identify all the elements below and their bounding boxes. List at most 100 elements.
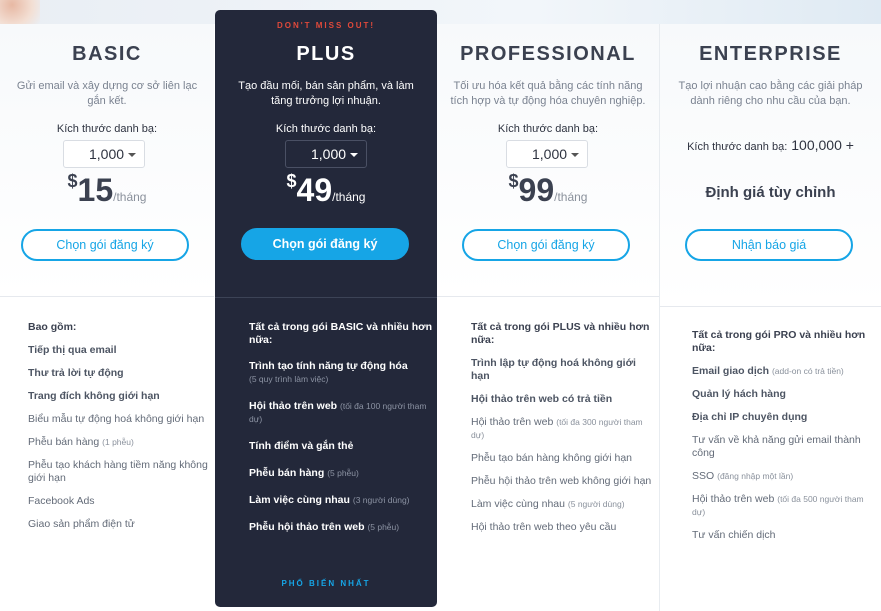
- feature-item: Tư vấn chiến dịch: [692, 529, 878, 542]
- plan-card-plus: DON'T MISS OUT! PLUS Tạo đầu mối, bán sả…: [215, 10, 437, 607]
- feature-list: Tất cả trong gói BASIC và nhiều hơn nữa:…: [249, 321, 435, 548]
- feature-item: Tư vấn về khả năng gửi email thành công: [692, 434, 878, 460]
- feature-note: (5 quy trình làm việc): [249, 374, 329, 384]
- feature-text: Phễu bán hàng: [28, 436, 100, 448]
- feature-text: Thư trả lời tự động: [28, 367, 124, 379]
- get-quote-button[interactable]: Nhận báo giá: [685, 229, 853, 261]
- contact-size-value: 100,000 +: [791, 137, 854, 153]
- feature-list: Tất cả trong gói PRO và nhiều hơn nữa: E…: [692, 329, 878, 552]
- feature-item: Phễu bán hàng (5 phễu): [249, 467, 435, 480]
- plan-card-enterprise: ENTERPRISE Tạo lợi nhuận cao bằng các gi…: [659, 24, 881, 611]
- plan-price: $49/tháng: [215, 171, 437, 209]
- feature-text: Tiếp thị qua email: [28, 344, 117, 356]
- feature-note: (3 người dùng): [352, 495, 410, 505]
- currency-symbol: $: [286, 171, 297, 191]
- feature-text: Làm việc cùng nhau: [249, 494, 350, 506]
- feature-text: Hội thảo trên web: [249, 400, 338, 412]
- feature-note: (5 người dùng): [567, 499, 625, 509]
- contact-size-label: Kích thước danh bạ:: [275, 123, 377, 135]
- features-heading: Tất cả trong gói PRO và nhiều hơn nữa:: [692, 329, 866, 354]
- feature-list: Tất cả trong gói PLUS và nhiều hơn nữa: …: [471, 321, 657, 544]
- features-heading: Tất cả trong gói BASIC và nhiều hơn nữa:: [249, 321, 433, 346]
- feature-item: Trình tạo tính năng tự động hóa (5 quy tr…: [249, 360, 435, 386]
- feature-text: Trình tạo tính năng tự động hóa: [249, 360, 408, 372]
- contact-size-value: 1,000: [532, 146, 568, 162]
- feature-text: Phễu tạo khách hàng tiềm năng không giới…: [28, 459, 208, 484]
- features-heading: Tất cả trong gói PLUS và nhiều hơn nữa:: [471, 321, 650, 346]
- contact-size-value: 1,000: [311, 146, 347, 162]
- feature-text: Trình lập tự động hoá không giới hạn: [471, 357, 636, 382]
- feature-item: Email giao dịch (add-on có trả tiền): [692, 365, 878, 378]
- feature-text: Giao sản phẩm điện tử: [28, 518, 135, 530]
- feature-item: Giao sản phẩm điện tử: [28, 518, 214, 531]
- feature-item: Hội thảo trên web (tối đa 300 người tham…: [471, 416, 657, 442]
- feature-item: Hội thảo trên web (tối đa 500 người tham…: [692, 493, 878, 519]
- plan-name: BASIC: [72, 43, 142, 65]
- feature-item: Làm việc cùng nhau (5 người dùng): [471, 498, 657, 511]
- price-period: /tháng: [113, 190, 147, 204]
- feature-item: Quản lý hách hàng: [692, 388, 878, 401]
- feature-text: Phễu hội thảo trên web: [249, 521, 365, 533]
- feature-text: Facebook Ads: [28, 495, 95, 507]
- feature-note: (add-on có trả tiền): [771, 366, 844, 376]
- subscribe-button[interactable]: Chọn gói đăng ký: [462, 229, 630, 261]
- feature-text: Hội thảo trên web theo yêu cầu: [471, 521, 617, 533]
- feature-item: Hội thảo trên web (tối đa 100 người tham…: [249, 400, 435, 426]
- subscribe-button[interactable]: Chọn gói đăng ký: [241, 228, 409, 260]
- feature-item: Hội thảo trên web có trả tiền: [471, 393, 657, 406]
- feature-note: (1 phễu): [102, 437, 134, 447]
- feature-note: (5 phễu): [327, 468, 359, 478]
- feature-item: Làm việc cùng nhau (3 người dùng): [249, 494, 435, 507]
- feature-text: Phễu tạo bán hàng không giới hạn: [471, 452, 633, 464]
- feature-text: Phễu hội thảo trên web không giới hạn: [471, 475, 652, 487]
- feature-item: SSO (đăng nhập một lần): [692, 470, 878, 483]
- contact-size-select[interactable]: 1,000: [63, 140, 145, 168]
- feature-item: Thư trả lời tự động: [28, 367, 214, 380]
- chevron-down-icon: [128, 153, 136, 157]
- feature-text: Hội thảo trên web có trả tiền: [471, 393, 613, 405]
- contact-size-label: Kích thước danh bạ:: [56, 123, 158, 135]
- most-popular-label: PHỔ BIẾN NHẤT: [281, 579, 371, 588]
- feature-item: Facebook Ads: [28, 495, 214, 508]
- feature-text: Làm việc cùng nhau: [471, 498, 565, 510]
- feature-item: Địa chỉ IP chuyên dụng: [692, 411, 878, 424]
- plan-description: Gửi email và xây dựng cơ sở liên lạc gắn…: [16, 80, 198, 107]
- feature-text: Tư vấn chiến dịch: [692, 529, 776, 541]
- plan-name: PROFESSIONAL: [460, 43, 636, 65]
- feature-item: Hội thảo trên web theo yêu cầu: [471, 521, 657, 534]
- contact-size-select[interactable]: 1,000: [285, 140, 367, 168]
- feature-item: Trang đích không giới hạn: [28, 390, 214, 403]
- feature-note: (đăng nhập một lần): [717, 471, 794, 481]
- contact-size-value: 1,000: [89, 146, 125, 162]
- price-amount: 99: [518, 172, 555, 208]
- feature-text: Tính điểm và gắn thẻ: [249, 440, 354, 452]
- plan-header: [660, 24, 881, 307]
- feature-item: Tiếp thị qua email: [28, 344, 214, 357]
- custom-pricing-label: Định giá tùy chỉnh: [705, 184, 836, 201]
- chevron-down-icon: [571, 153, 579, 157]
- contact-size-label: Kích thước danh bạ:: [497, 123, 599, 135]
- contact-size-select[interactable]: 1,000: [506, 140, 588, 168]
- feature-text: SSO: [692, 470, 715, 482]
- top-banner-strip: [0, 0, 881, 24]
- contact-size-line: Kích thước danh bạ: 100,000 +: [660, 137, 881, 153]
- plan-description: Tạo đầu mối, bán sản phẩm, và làm tăng t…: [238, 80, 414, 107]
- plan-description: Tạo lợi nhuận cao bằng các giải pháp dàn…: [678, 80, 863, 107]
- price-amount: 49: [296, 172, 333, 208]
- feature-text: Hội thảo trên web: [692, 493, 775, 505]
- feature-item: Biểu mẫu tự động hoá không giới hạn: [28, 413, 214, 426]
- feature-text: Tư vấn về khả năng gửi email thành công: [692, 434, 861, 459]
- feature-text: Địa chỉ IP chuyên dụng: [692, 411, 808, 423]
- feature-note: (5 phễu): [367, 522, 400, 532]
- feature-item: Phễu tạo khách hàng tiềm năng không giới…: [28, 459, 214, 485]
- feature-item: Trình lập tự động hoá không giới hạn: [471, 357, 657, 383]
- features-heading: Bao gồm:: [28, 321, 77, 333]
- feature-text: Phễu bán hàng: [249, 467, 325, 479]
- feature-item: Tính điểm và gắn thẻ: [249, 440, 435, 453]
- currency-symbol: $: [67, 171, 78, 191]
- feature-text: Biểu mẫu tự động hoá không giới hạn: [28, 413, 205, 425]
- subscribe-button[interactable]: Chọn gói đăng ký: [21, 229, 189, 261]
- plan-name: ENTERPRISE: [699, 43, 842, 65]
- feature-item: Phễu hội thảo trên web (5 phễu): [249, 521, 435, 534]
- price-period: /tháng: [554, 190, 588, 204]
